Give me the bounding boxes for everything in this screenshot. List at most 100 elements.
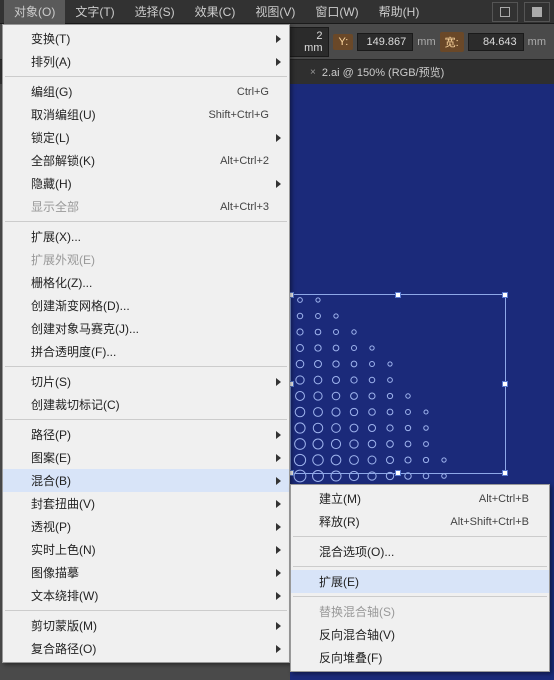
object-menu-item-label: 排列(A) [31,53,269,70]
object-menu-item-label: 混合(B) [31,472,269,489]
object-menu-item-24[interactable]: 透视(P) [3,515,289,538]
submenu-arrow-icon [276,546,281,554]
submenu-arrow-icon [276,454,281,462]
object-menu-item-label: 锁定(L) [31,129,269,146]
sel-handle-bm[interactable] [395,470,401,476]
object-menu-item-30[interactable]: 复合路径(O) [3,637,289,660]
menu-help[interactable]: 帮助(H) [369,0,430,24]
object-menu-item-5[interactable]: 锁定(L) [3,126,289,149]
w-unit: mm [528,36,546,48]
object-menu-item-15[interactable]: 拼合透明度(F)... [3,340,289,363]
object-menu-item-20[interactable]: 路径(P) [3,423,289,446]
object-menu-item-shortcut: Ctrl+G [179,86,269,98]
object-menu-item-26[interactable]: 图像描摹 [3,561,289,584]
blend-submenu-item-3[interactable]: 混合选项(O)... [291,540,549,563]
object-menu-item-29[interactable]: 剪切蒙版(M) [3,614,289,637]
sel-handle-mr[interactable] [502,381,508,387]
blend-submenu-item-1[interactable]: 释放(R) Alt+Shift+Ctrl+B [291,510,549,533]
tab-title: 2.ai @ 150% (RGB/预览) [322,64,444,80]
blend-submenu-item-shortcut: Alt+Shift+Ctrl+B [409,516,529,528]
object-menu-item-label: 切片(S) [31,373,269,390]
blend-submenu-item-label: 建立(M) [319,490,379,507]
object-menu-item-21[interactable]: 图案(E) [3,446,289,469]
object-menu-separator [5,366,287,367]
doc-layout-icon[interactable] [492,2,518,22]
blend-submenu-item-label: 替换混合轴(S) [319,603,529,620]
blend-submenu-item-5[interactable]: 扩展(E) [291,570,549,593]
object-menu-separator [5,610,287,611]
menu-type[interactable]: 文字(T) [65,0,124,24]
object-menu-item-label: 扩展(X)... [31,228,269,245]
y-unit: mm [417,36,435,48]
blend-submenu-item-9[interactable]: 反向堆叠(F) [291,646,549,669]
object-menu-item-12[interactable]: 栅格化(Z)... [3,271,289,294]
object-menu-item-8: 显示全部Alt+Ctrl+3 [3,195,289,218]
object-menu-item-10[interactable]: 扩展(X)... [3,225,289,248]
object-menu-item-14[interactable]: 创建对象马赛克(J)... [3,317,289,340]
blend-submenu-item-label: 反向堆叠(F) [319,649,529,666]
object-menu-item-27[interactable]: 文本绕排(W) [3,584,289,607]
object-menu-item-shortcut: Alt+Ctrl+2 [179,155,269,167]
object-menu-item-label: 栅格化(Z)... [31,274,269,291]
object-menu-item-label: 全部解锁(K) [31,152,149,169]
object-menu-item-4[interactable]: 取消编组(U)Shift+Ctrl+G [3,103,289,126]
selection-bounding-box[interactable] [290,294,506,474]
object-menu-item-7[interactable]: 隐藏(H) [3,172,289,195]
object-menu-item-0[interactable]: 变换(T) [3,27,289,50]
object-menu-item-13[interactable]: 创建渐变网格(D)... [3,294,289,317]
object-menu-item-17[interactable]: 切片(S) [3,370,289,393]
object-menu-item-18[interactable]: 创建裁切标记(C) [3,393,289,416]
menu-view[interactable]: 视图(V) [245,0,305,24]
object-menu-separator [5,221,287,222]
object-menu-item-3[interactable]: 编组(G) Ctrl+G [3,80,289,103]
object-menu-item-label: 变换(T) [31,30,269,47]
blend-submenu-item-0[interactable]: 建立(M) Alt+Ctrl+B [291,487,549,510]
panel-layout-icon[interactable] [524,2,550,22]
document-tab[interactable]: × 2.ai @ 150% (RGB/预览) [300,61,454,83]
sel-handle-br[interactable] [502,470,508,476]
w-label: 宽: [440,32,464,52]
blend-submenu-item-shortcut: Alt+Ctrl+B [409,493,529,505]
object-menu-item-label: 隐藏(H) [31,175,269,192]
submenu-arrow-icon [276,622,281,630]
object-menu-item-label: 实时上色(N) [31,541,269,558]
object-menu-item-25[interactable]: 实时上色(N) [3,538,289,561]
object-menu-item-23[interactable]: 封套扭曲(V) [3,492,289,515]
sel-handle-tr[interactable] [502,292,508,298]
sel-handle-tm[interactable] [395,292,401,298]
object-menu-item-label: 编组(G) [31,83,149,100]
blend-submenu-item-label: 释放(R) [319,513,379,530]
x-field-partial[interactable]: 2 mm [289,27,329,57]
object-menu-item-11: 扩展外观(E) [3,248,289,271]
menu-window[interactable]: 窗口(W) [305,0,368,24]
submenu-arrow-icon [276,569,281,577]
menu-effect[interactable]: 效果(C) [185,0,246,24]
object-menu-item-label: 创建对象马赛克(J)... [31,320,269,337]
object-menu-item-22[interactable]: 混合(B) [3,469,289,492]
tab-close-icon[interactable]: × [310,67,316,78]
menubar: 对象(O) 文字(T) 选择(S) 效果(C) 视图(V) 窗口(W) 帮助(H… [0,0,554,24]
blend-submenu-item-label: 反向混合轴(V) [319,626,529,643]
submenu-arrow-icon [276,180,281,188]
blend-submenu-item-label: 混合选项(O)... [319,543,529,560]
blend-submenu-item-8[interactable]: 反向混合轴(V) [291,623,549,646]
y-label: Y: [333,34,353,50]
submenu-arrow-icon [276,477,281,485]
submenu-arrow-icon [276,378,281,386]
blend-submenu-item-label: 扩展(E) [319,573,529,590]
object-menu-item-label: 图像描摹 [31,564,269,581]
menu-select[interactable]: 选择(S) [125,0,185,24]
object-menu-item-1[interactable]: 排列(A) [3,50,289,73]
object-menu-item-label: 拼合透明度(F)... [31,343,269,360]
menu-object[interactable]: 对象(O) [4,0,65,24]
object-menu-item-label: 显示全部 [31,198,149,215]
object-menu-item-6[interactable]: 全部解锁(K) Alt+Ctrl+2 [3,149,289,172]
y-field[interactable]: 149.867 [357,33,413,51]
object-menu-item-label: 创建渐变网格(D)... [31,297,269,314]
object-menu-item-label: 取消编组(U) [31,106,149,123]
object-menu-item-label: 创建裁切标记(C) [31,396,269,413]
object-menu-item-label: 封套扭曲(V) [31,495,269,512]
w-field[interactable]: 84.643 [468,33,524,51]
blend-submenu-item-7: 替换混合轴(S) [291,600,549,623]
submenu-arrow-icon [276,35,281,43]
